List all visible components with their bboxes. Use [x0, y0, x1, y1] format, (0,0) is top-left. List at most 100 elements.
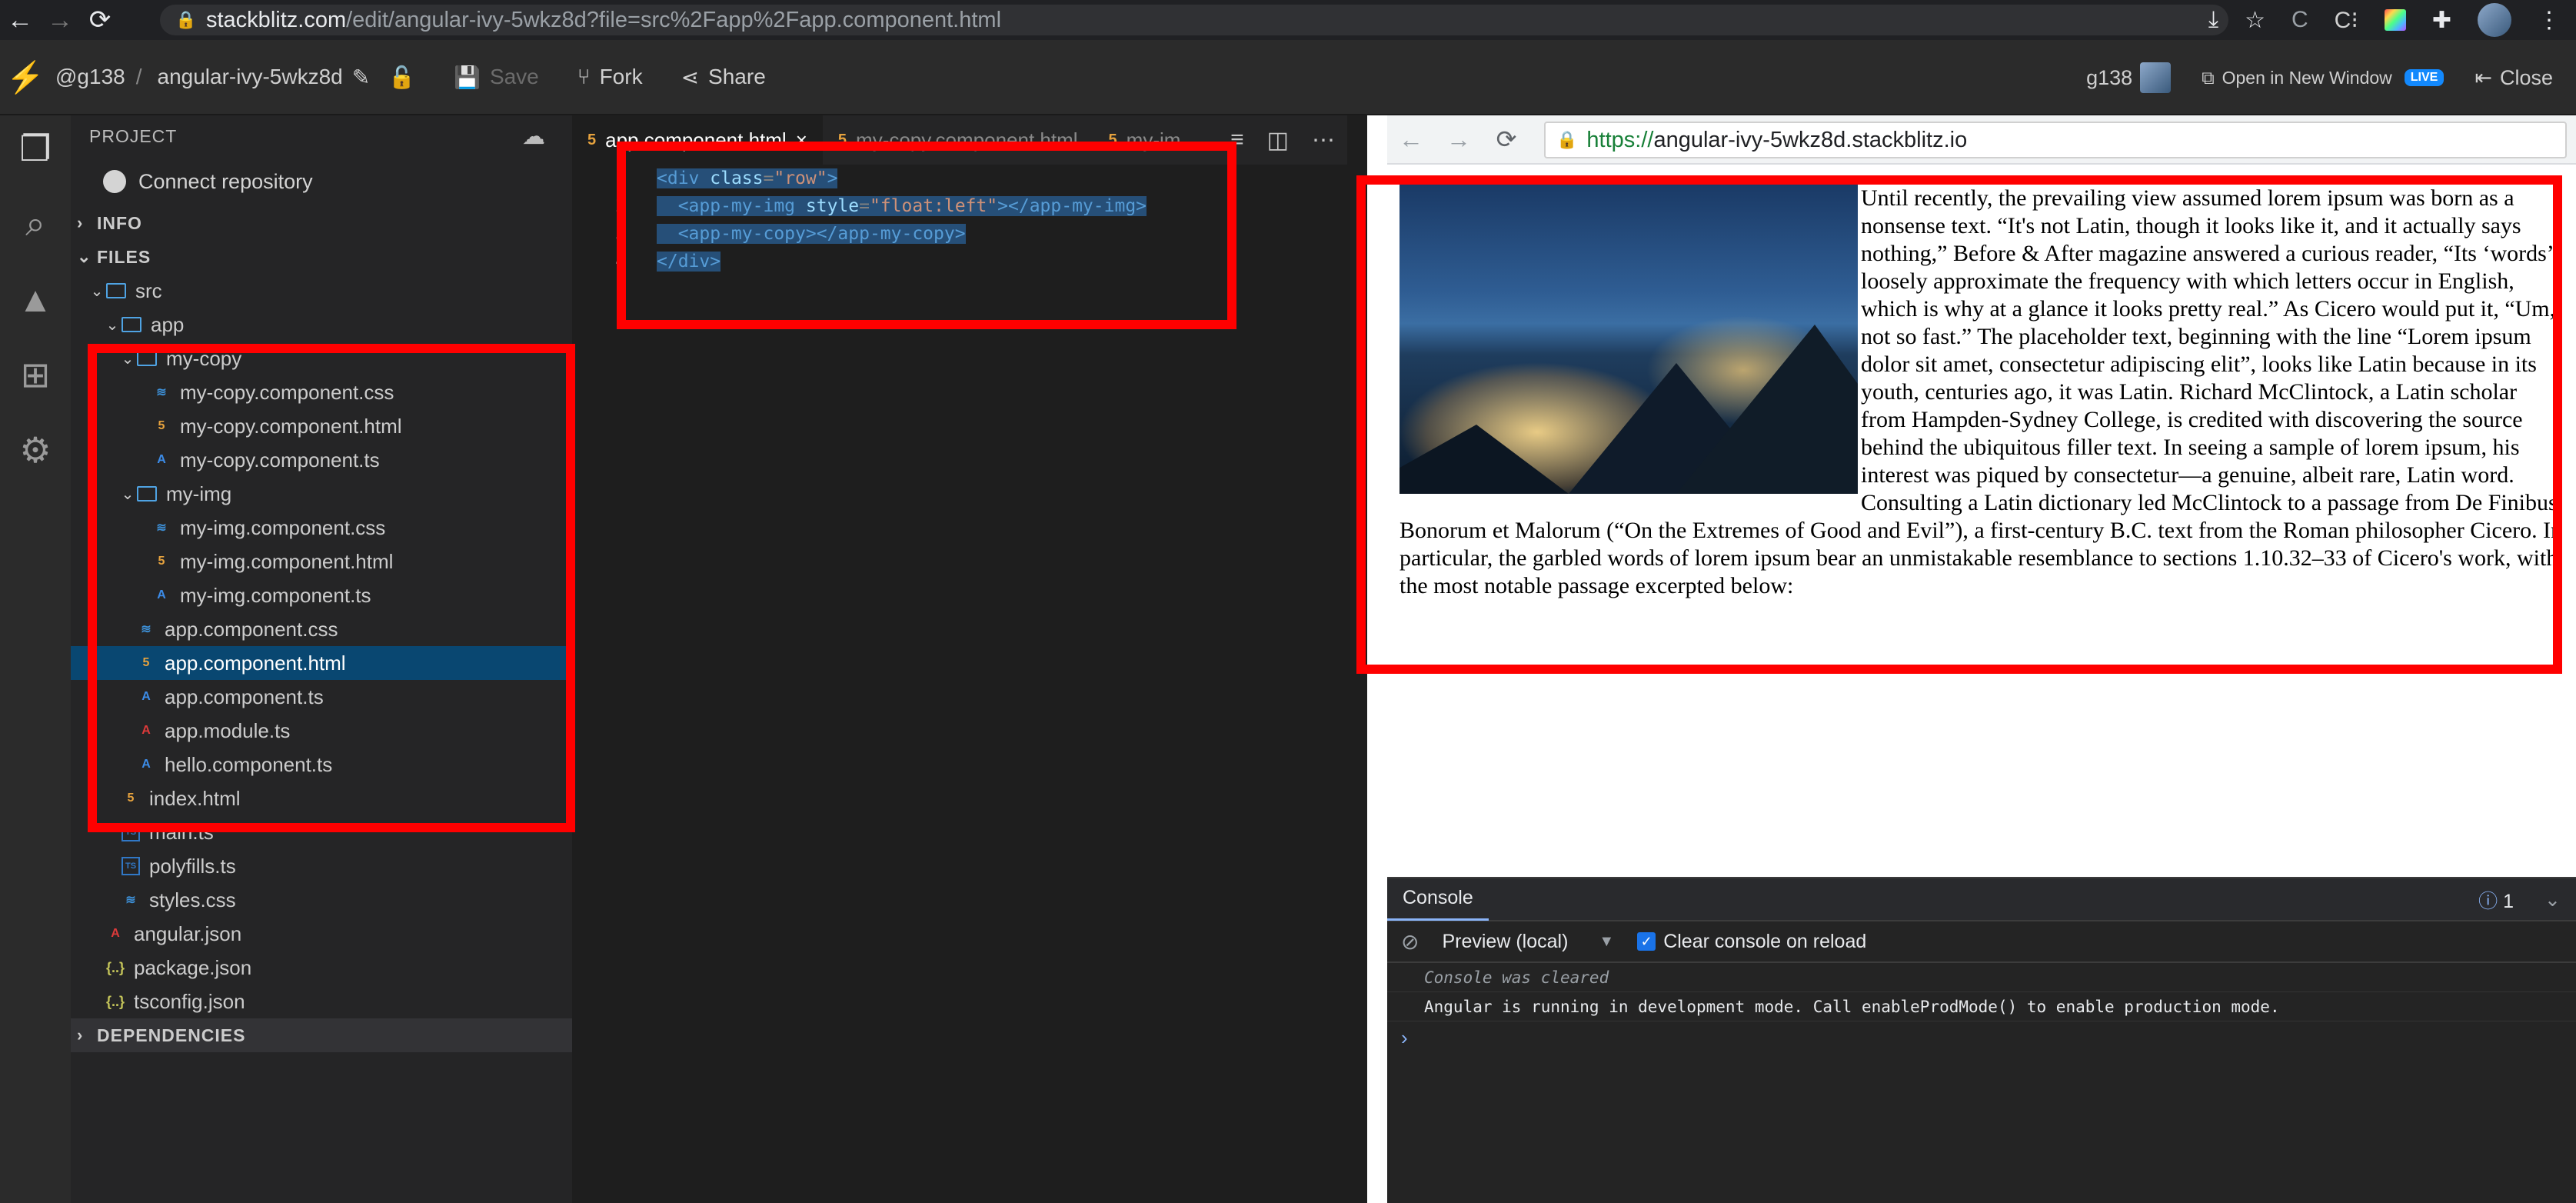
file-row[interactable]: ≋ my-copy.component.css — [71, 375, 572, 409]
file-row[interactable]: TS main.ts — [71, 815, 572, 849]
open-new-window-button[interactable]: ⧉ Open in New Window LIVE — [2202, 67, 2445, 88]
file-row[interactable]: Amy-img.component.ts — [71, 578, 572, 612]
console-panel: Console ⓘ 1 ⌄ ⊘ Preview (local) ▼ ✓ Clea… — [1387, 877, 2576, 1203]
console-prompt[interactable]: › — [1387, 1021, 2576, 1054]
split-editor-icon[interactable]: ◫ — [1267, 127, 1289, 154]
preview-lock-icon: 🔒 — [1556, 130, 1578, 149]
reload-icon[interactable]: ⟳ — [80, 0, 120, 40]
forward-arrow-icon[interactable]: → — [40, 0, 80, 40]
angular-ts-icon: A — [157, 588, 166, 602]
folder-row[interactable]: ⌄ my-img — [71, 477, 572, 511]
code-area[interactable]: 1 <div class="row"> 2 <app-my-img style="f… — [572, 165, 1347, 1203]
tree-item-label: package.json — [134, 955, 252, 979]
extension-c-icon[interactable]: C — [2291, 7, 2308, 33]
back-arrow-icon[interactable]: ← — [0, 0, 40, 40]
preview-toolbar: ← → ⟳ 🔒 https://angular-ivy-5wkz8d.stack… — [1387, 115, 2576, 165]
file-row[interactable]: 5 index.html — [71, 781, 572, 815]
share-button[interactable]: ⋖ Share — [681, 65, 766, 90]
firebase-icon[interactable]: ▲ — [12, 278, 58, 320]
chevron-right-icon: › — [77, 1025, 84, 1045]
preview-forward-icon[interactable]: → — [1435, 125, 1483, 154]
browser-menu-icon[interactable]: ⋮ — [2538, 7, 2561, 34]
file-row[interactable]: ≋ my-img.component.css — [71, 511, 572, 545]
open-new-window-label: Open in New Window — [2222, 67, 2392, 88]
address-bar[interactable]: 🔒 stackblitz.com/edit/angular-ivy-5wkz8d… — [160, 5, 2228, 35]
close-panel-icon: ⇤ — [2474, 65, 2492, 89]
file-row[interactable]: {..} tsconfig.json — [71, 985, 572, 1018]
extension-ci-icon[interactable]: C⁝ — [2335, 7, 2358, 34]
file-row[interactable]: Amy-copy.component.ts — [71, 443, 572, 477]
file-row[interactable]: Aapp.module.ts — [71, 714, 572, 748]
issues-counter[interactable]: ⓘ 1 — [2478, 886, 2514, 914]
code-text: <div class="row"> — [657, 168, 838, 188]
tab-label: my-copy.component.html — [856, 128, 1078, 152]
tab-label: my-im — [1126, 128, 1181, 152]
context-select[interactable]: Preview (local) ▼ — [1442, 931, 1614, 953]
html5-icon: 5 — [587, 131, 597, 148]
file-row[interactable]: Aangular.json — [71, 917, 572, 951]
file-row[interactable]: TS polyfills.ts — [71, 849, 572, 883]
extensions-puzzle-icon[interactable]: ✚ — [2432, 7, 2451, 34]
file-row[interactable]: 5 app.component.html — [71, 646, 572, 680]
close-tab-icon[interactable]: × — [796, 128, 807, 152]
username[interactable]: @g138 — [55, 65, 125, 89]
settings-gear-icon[interactable]: ⚙ — [12, 429, 58, 471]
unlock-icon[interactable]: 🔓 — [388, 65, 415, 90]
info-circle-icon: ⓘ — [2478, 891, 2498, 912]
close-label: Close — [2499, 65, 2553, 89]
console-toolbar: ⊘ Preview (local) ▼ ✓ Clear console on r… — [1387, 920, 2576, 963]
tab-app-component-html[interactable]: 5 app.component.html × — [572, 115, 823, 165]
folder-row[interactable]: ⌄ src — [71, 274, 572, 308]
file-row[interactable]: Aapp.component.ts — [71, 680, 572, 714]
typescript-icon: TS — [121, 857, 140, 875]
close-button[interactable]: ⇤ Close — [2474, 66, 2553, 90]
file-row[interactable]: ≋ app.component.css — [71, 612, 572, 646]
file-row[interactable]: ≋ styles.css — [71, 883, 572, 917]
live-badge: LIVE — [2404, 69, 2445, 86]
collapse-chevron-icon[interactable]: ⌄ — [2544, 888, 2561, 911]
code-line[interactable]: 4 </div> — [572, 248, 1347, 275]
search-icon[interactable]: ⌕ — [12, 203, 58, 245]
clear-on-reload-checkbox[interactable]: ✓ Clear console on reload — [1637, 931, 1866, 953]
install-icon[interactable]: ⤓ — [2208, 7, 2218, 33]
code-token: = — [859, 196, 870, 216]
connect-repository-button[interactable]: Connect repository — [71, 157, 572, 206]
extensions-icon[interactable]: ⊞ — [12, 354, 58, 395]
info-section-header[interactable]: › INFO — [71, 206, 572, 240]
profile-avatar[interactable] — [2478, 3, 2511, 37]
code-line[interactable]: 1 <div class="row"> — [572, 165, 1347, 192]
files-icon[interactable]: ❐ — [12, 128, 58, 169]
code-line[interactable]: 3 <app-my-copy></app-my-copy> — [572, 220, 1347, 248]
file-tree: ⌄ src ⌄ app ⌄ my-copy ≋ my-copy.component.css 5 m… — [71, 274, 572, 1018]
stackblitz-logo-icon[interactable]: ⚡ — [0, 59, 51, 95]
save-button[interactable]: 💾 Save — [454, 65, 539, 90]
clear-console-icon[interactable]: ⊘ — [1401, 929, 1419, 955]
code-line[interactable]: 2 <app-my-img style="float:left"></app-m… — [572, 192, 1347, 220]
file-row[interactable]: 5 my-img.component.html — [71, 545, 572, 578]
tab-console[interactable]: Console — [1387, 878, 1489, 921]
account-menu[interactable]: g138 — [2086, 62, 2172, 93]
word-wrap-icon[interactable]: ≡ — [1230, 127, 1244, 153]
activity-bar: ❐ ⌕ ▲ ⊞ ⚙ — [0, 115, 71, 1203]
files-section-header[interactable]: ⌄ FILES — [71, 240, 572, 274]
bookmark-star-icon[interactable]: ☆ — [2245, 7, 2265, 34]
account-avatar — [2140, 62, 2172, 93]
edit-pencil-icon[interactable]: ✎ — [352, 65, 370, 90]
tab-my-img[interactable]: 5 my-im — [1093, 115, 1196, 165]
project-name[interactable]: angular-ivy-5wkz8d — [158, 65, 343, 89]
code-text: <app-my-copy></app-my-copy> — [657, 224, 966, 244]
file-row[interactable]: Ahello.component.ts — [71, 748, 572, 781]
fork-button[interactable]: ⑂ Fork — [577, 65, 643, 89]
more-actions-icon[interactable]: ⋯ — [1312, 127, 1335, 154]
file-row[interactable]: {..} package.json — [71, 951, 572, 985]
dependencies-section-header[interactable]: › DEPENDENCIES — [71, 1018, 572, 1052]
color-picker-icon[interactable] — [2384, 9, 2406, 31]
folder-row[interactable]: ⌄ my-copy — [71, 342, 572, 375]
preview-url-bar[interactable]: 🔒 https://angular-ivy-5wkz8d.stackblitz.… — [1544, 122, 2567, 158]
preview-reload-icon[interactable]: ⟳ — [1483, 125, 1530, 154]
folder-row[interactable]: ⌄ app — [71, 308, 572, 342]
download-cloud-icon[interactable]: ☁ — [522, 123, 546, 150]
tab-my-copy-component-html[interactable]: 5 my-copy.component.html — [823, 115, 1093, 165]
file-row[interactable]: 5 my-copy.component.html — [71, 409, 572, 443]
preview-back-icon[interactable]: ← — [1387, 125, 1435, 154]
